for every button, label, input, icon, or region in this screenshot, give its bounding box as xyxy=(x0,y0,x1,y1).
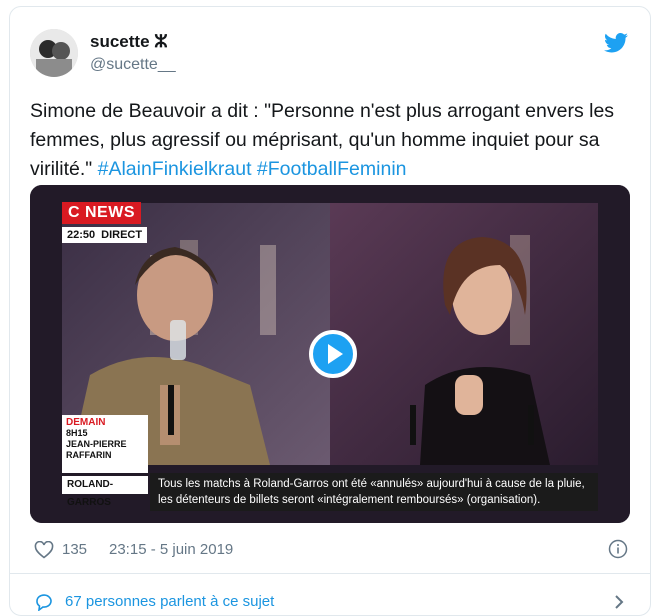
live-label: DIRECT xyxy=(101,229,143,241)
display-name[interactable]: sucette ⵣ xyxy=(90,32,168,52)
promo-demain: DEMAIN xyxy=(66,417,106,428)
heart-icon[interactable] xyxy=(34,541,54,559)
video-media[interactable]: C NEWS 22:50 DIRECT DEMAIN 8H15 JEAN-PIER… xyxy=(30,185,630,523)
info-icon[interactable] xyxy=(608,539,628,559)
promo-slot: 8H15 xyxy=(66,428,88,438)
ticker-text: Tous les matchs à Roland-Garros ont été … xyxy=(150,473,598,511)
chevron-right-icon[interactable] xyxy=(614,594,624,610)
promo-guest-first: JEAN-PIERRE xyxy=(66,439,127,449)
live-time: 22:50 xyxy=(67,229,96,241)
live-clock: 22:50 DIRECT xyxy=(62,227,148,243)
divider xyxy=(10,573,650,574)
tweet-card: sucette ⵣ @sucette__ Simone de Beauvoir … xyxy=(9,6,651,616)
conversation-link[interactable]: 67 personnes parlent à ce sujet xyxy=(65,593,274,610)
avatar[interactable] xyxy=(30,29,78,77)
promo-guest-last: RAFFARIN xyxy=(66,450,112,460)
hashtag-link[interactable]: #FootballFeminin xyxy=(257,158,407,180)
comment-icon[interactable] xyxy=(34,593,54,611)
play-icon[interactable] xyxy=(309,330,357,378)
twitter-logo-icon[interactable] xyxy=(604,33,628,53)
timestamp[interactable]: 23:15 - 5 juin 2019 xyxy=(109,541,233,558)
tweet-text: Simone de Beauvoir a dit : "Personne n'e… xyxy=(30,97,630,184)
likes-count[interactable]: 135 xyxy=(62,541,87,558)
hashtag-link[interactable]: #AlainFinkielkraut xyxy=(98,158,252,180)
ticker-label: ROLAND-GARROS xyxy=(62,476,148,508)
promo-box: DEMAIN 8H15 JEAN-PIERRE RAFFARIN xyxy=(62,415,148,473)
cnews-logo: C NEWS xyxy=(62,202,141,224)
handle[interactable]: @sucette__ xyxy=(90,56,176,74)
